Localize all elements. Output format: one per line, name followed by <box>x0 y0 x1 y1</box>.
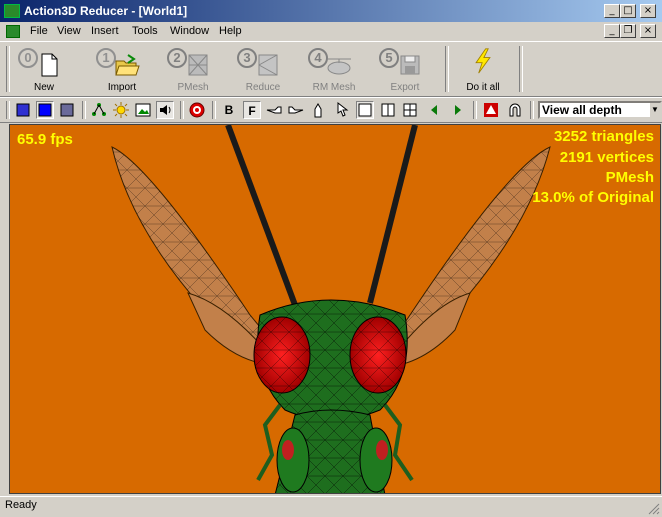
triangle-count: 3252 triangles <box>553 128 654 145</box>
step-4-icon: 4 <box>308 48 328 68</box>
status-text: Ready <box>5 499 37 511</box>
hierarchy-icon[interactable] <box>90 101 108 119</box>
toolbar-separator <box>6 101 10 119</box>
menu-help[interactable]: Help <box>219 25 242 37</box>
mdi-minimize-button[interactable]: _ <box>604 24 620 38</box>
lightning-icon <box>475 48 491 74</box>
step-1-icon: 1 <box>96 48 116 68</box>
step-0-icon: 0 <box>18 48 38 68</box>
do-it-all-button[interactable]: Do it all <box>453 44 513 96</box>
frame-quad-icon[interactable] <box>401 101 419 119</box>
rm-mesh-label: RM Mesh <box>312 82 356 93</box>
helicopter-icon <box>327 58 351 75</box>
step-3-icon: 3 <box>237 48 257 68</box>
menu-tools[interactable]: Tools <box>132 25 158 37</box>
document-icon[interactable] <box>6 25 20 38</box>
depth-dropdown-value: View all depth <box>542 103 622 117</box>
step-2-icon: 2 <box>167 48 187 68</box>
menu-insert[interactable]: Insert <box>91 25 119 37</box>
vertex-count: 2191 vertices <box>559 149 654 166</box>
left-strip <box>0 124 9 494</box>
window-title: Action3D Reducer - [World1] <box>24 4 188 18</box>
import-label: Import <box>107 82 137 93</box>
toolbar-separator <box>530 101 534 119</box>
menu-window[interactable]: Window <box>170 25 209 37</box>
mesh-mode: PMesh <box>605 169 654 186</box>
export-label: Export <box>390 82 420 93</box>
hand-left-icon[interactable] <box>265 101 283 119</box>
open-folder-icon <box>115 54 140 76</box>
frame-split-icon[interactable] <box>379 101 397 119</box>
hand-right-icon[interactable] <box>287 101 305 119</box>
face-button[interactable]: F <box>243 101 261 119</box>
new-document-icon <box>41 53 58 77</box>
texture-icon[interactable] <box>134 101 152 119</box>
pmesh-label: PMesh <box>177 82 209 93</box>
import-button[interactable]: 1 Import <box>92 44 152 96</box>
status-bar: Ready <box>0 496 662 517</box>
app-icon <box>4 4 20 18</box>
insect-mesh-render <box>111 125 551 493</box>
toolbar-separator <box>445 46 449 92</box>
view-blue-pressed-icon[interactable] <box>36 101 54 119</box>
toolbar-separator <box>180 101 184 119</box>
menu-bar: File View Insert Tools Window Help _ ❐ × <box>0 22 662 41</box>
fps-readout: 65.9 fps <box>17 131 73 148</box>
reduce-label: Reduce <box>245 82 281 93</box>
arrow-right-icon[interactable] <box>449 101 467 119</box>
title-bar: Action3D Reducer - [World1] _ □ × <box>0 0 662 22</box>
pmesh-icon <box>188 54 208 76</box>
do-it-all-label: Do it all <box>466 82 500 93</box>
sound-icon[interactable] <box>156 101 174 119</box>
pmesh-button[interactable]: 2 PMesh <box>163 44 223 96</box>
pointer-icon[interactable] <box>331 101 349 119</box>
arrow-left-icon[interactable] <box>425 101 443 119</box>
toolbar-separator <box>473 101 477 119</box>
percent-of-original: 13.0% of Original <box>532 189 654 206</box>
export-button[interactable]: 5 Export <box>375 44 435 96</box>
bold-button[interactable]: B <box>220 101 238 119</box>
menu-view[interactable]: View <box>57 25 81 37</box>
maximize-button[interactable]: □ <box>620 4 636 18</box>
resize-grip-icon[interactable] <box>648 503 660 515</box>
minimize-button[interactable]: _ <box>604 4 620 18</box>
close-button[interactable]: × <box>640 4 656 18</box>
light-sun-icon[interactable] <box>112 101 130 119</box>
new-button[interactable]: 0 New <box>14 44 74 96</box>
mdi-restore-button[interactable]: ❐ <box>620 24 636 38</box>
new-label: New <box>33 82 54 93</box>
view-gray-icon[interactable] <box>58 101 76 119</box>
step-5-icon: 5 <box>379 48 399 68</box>
main-toolbar: 0 New 1 Import 2 PMesh 3 Reduce 4 RM Mes… <box>0 41 662 97</box>
menu-file[interactable]: File <box>30 25 48 37</box>
mdi-close-button[interactable]: × <box>640 24 656 38</box>
toolbar-separator <box>519 46 523 92</box>
toolbar-separator <box>212 101 216 119</box>
magnet-icon[interactable] <box>506 101 524 119</box>
mesh-red-icon[interactable] <box>482 101 500 119</box>
target-icon[interactable] <box>188 101 206 119</box>
reduce-button[interactable]: 3 Reduce <box>233 44 293 96</box>
3d-viewport[interactable]: 65.9 fps 3252 triangles 2191 vertices PM… <box>9 124 661 494</box>
reduce-icon <box>258 54 278 76</box>
rm-mesh-button[interactable]: 4 RM Mesh <box>304 44 364 96</box>
frame-single-icon[interactable] <box>356 101 374 119</box>
depth-dropdown[interactable]: View all depth ▼ <box>538 101 662 119</box>
view-solid-blue-icon[interactable] <box>14 101 32 119</box>
toolbar-separator <box>82 101 86 119</box>
chevron-down-icon[interactable]: ▼ <box>650 103 660 117</box>
hand-up-icon[interactable] <box>309 101 327 119</box>
save-disk-icon <box>400 55 420 75</box>
toolbar-separator <box>6 46 10 92</box>
